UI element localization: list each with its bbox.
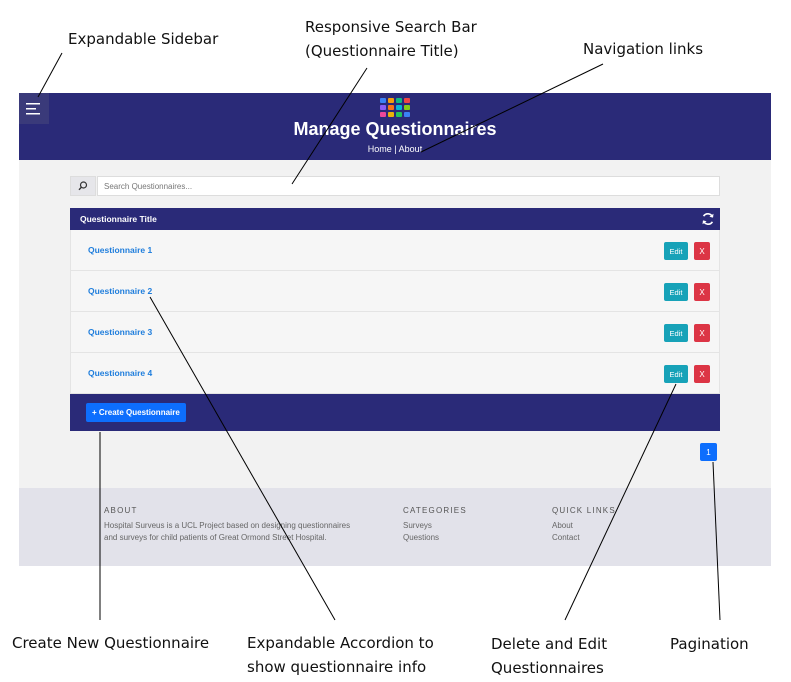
app-window: Manage Questionnaires Home | About Quest… bbox=[19, 93, 771, 566]
annotation-delete-edit-line2: Questionnaires bbox=[491, 659, 604, 677]
nav-separator: | bbox=[394, 144, 397, 154]
edit-button[interactable]: Edit bbox=[664, 242, 688, 260]
search-input[interactable] bbox=[97, 176, 720, 196]
footer-link-surveys[interactable]: Surveys bbox=[403, 520, 439, 532]
accordion-row[interactable]: Questionnaire 1 Edit X bbox=[70, 230, 720, 271]
questionnaire-accordion: Questionnaire Title Questionnaire 1 Edit… bbox=[70, 208, 720, 431]
footer-about-line: Hospital Surveus is a UCL Project based … bbox=[104, 521, 351, 530]
nav-links: Home | About bbox=[19, 144, 771, 154]
logo-tile bbox=[396, 105, 402, 110]
questionnaire-title-link[interactable]: Questionnaire 4 bbox=[88, 368, 152, 378]
pointer-line-sidebar bbox=[37, 52, 63, 98]
footer-categories-heading: CATEGORIES bbox=[403, 506, 467, 515]
search-button[interactable] bbox=[70, 176, 96, 196]
questionnaire-title-link[interactable]: Questionnaire 1 bbox=[88, 245, 152, 255]
annotation-create-new: Create New Questionnaire bbox=[12, 634, 210, 652]
top-header: Manage Questionnaires Home | About bbox=[19, 93, 771, 160]
accordion-row[interactable]: Questionnaire 2 Edit X bbox=[70, 271, 720, 312]
logo-tile bbox=[396, 112, 402, 117]
delete-button[interactable]: X bbox=[694, 283, 710, 301]
search-bar bbox=[70, 176, 720, 196]
nav-home-link[interactable]: Home bbox=[368, 144, 392, 154]
logo-tile bbox=[396, 98, 402, 103]
logo-tile bbox=[388, 112, 394, 117]
logo-tile bbox=[404, 112, 410, 117]
logo-tile bbox=[380, 105, 386, 110]
accordion-header: Questionnaire Title bbox=[70, 208, 720, 230]
annotation-pagination: Pagination bbox=[670, 635, 749, 653]
site-footer: ABOUT Hospital Surveus is a UCL Project … bbox=[19, 488, 771, 566]
footer-about-text: Hospital Surveus is a UCL Project based … bbox=[104, 520, 350, 544]
footer-quick-links-heading: QUICK LINKS bbox=[552, 506, 616, 515]
annotation-accordion-line1: Expandable Accordion to bbox=[247, 634, 434, 652]
edit-button[interactable]: Edit bbox=[664, 324, 688, 342]
delete-button[interactable]: X bbox=[694, 242, 710, 260]
logo-tile bbox=[404, 98, 410, 103]
logo-tile bbox=[388, 105, 394, 110]
logo-tile bbox=[380, 112, 386, 117]
accordion-row[interactable]: Questionnaire 4 Edit X bbox=[70, 353, 720, 394]
search-icon bbox=[78, 181, 88, 191]
footer-about-heading: ABOUT bbox=[104, 506, 138, 515]
accordion-header-title: Questionnaire Title bbox=[80, 214, 157, 224]
app-logo bbox=[379, 97, 411, 119]
footer-about-line: and surveys for child patients of Great … bbox=[104, 533, 327, 542]
footer-quick-links-list: About Contact bbox=[552, 520, 580, 544]
annotation-accordion-line2: show questionnaire info bbox=[247, 658, 427, 676]
delete-button[interactable]: X bbox=[694, 324, 710, 342]
footer-link-contact[interactable]: Contact bbox=[552, 532, 580, 544]
pagination-page-button[interactable]: 1 bbox=[700, 443, 717, 461]
logo-tile bbox=[388, 98, 394, 103]
accordion-footer: + Create Questionnaire bbox=[70, 394, 720, 431]
edit-button[interactable]: Edit bbox=[664, 283, 688, 301]
questionnaire-title-link[interactable]: Questionnaire 2 bbox=[88, 286, 152, 296]
annotation-nav: Navigation links bbox=[583, 40, 704, 58]
footer-categories-list: Surveys Questions bbox=[403, 520, 439, 544]
footer-link-about[interactable]: About bbox=[552, 520, 580, 532]
annotation-delete-edit-line1: Delete and Edit bbox=[491, 635, 608, 653]
annotation-sidebar: Expandable Sidebar bbox=[68, 30, 219, 48]
hamburger-icon bbox=[26, 102, 40, 114]
logo-tile bbox=[404, 105, 410, 110]
accordion-row[interactable]: Questionnaire 3 Edit X bbox=[70, 312, 720, 353]
logo-tile bbox=[380, 98, 386, 103]
annotation-search-line1: Responsive Search Bar bbox=[305, 18, 477, 36]
create-questionnaire-button[interactable]: + Create Questionnaire bbox=[86, 403, 186, 422]
refresh-icon[interactable] bbox=[701, 212, 715, 226]
edit-button[interactable]: Edit bbox=[664, 365, 688, 383]
footer-link-questions[interactable]: Questions bbox=[403, 532, 439, 544]
annotation-search-line2: (Questionnaire Title) bbox=[305, 42, 459, 60]
questionnaire-title-link[interactable]: Questionnaire 3 bbox=[88, 327, 152, 337]
delete-button[interactable]: X bbox=[694, 365, 710, 383]
page-title: Manage Questionnaires bbox=[293, 119, 497, 139]
nav-about-link[interactable]: About bbox=[399, 144, 423, 154]
